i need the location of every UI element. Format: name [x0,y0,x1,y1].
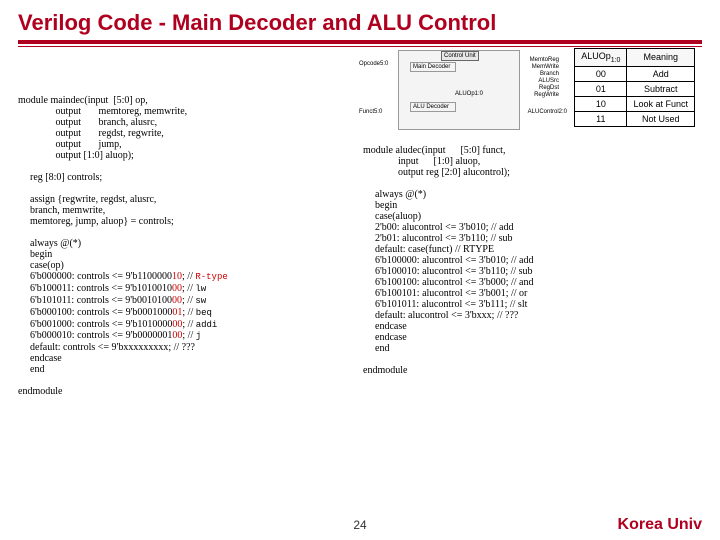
main-decoder-box: Main Decoder [410,62,456,72]
alusrc-label: ALUSrc [538,78,559,84]
memwrite-label: MemWrite [532,64,559,70]
opcode-label: Opcode5:0 [359,61,388,67]
table-row: 00Add [575,66,695,81]
slide-title: Verilog Code - Main Decoder and ALU Cont… [0,0,720,38]
university-label: Korea Univ [618,516,702,534]
content-area: module maindec(input [5:0] op, output me… [18,90,702,510]
rule-thin [18,46,702,47]
aludec-code: module aludec(input [5:0] funct, input [… [363,145,703,376]
page-number: 24 [353,518,366,532]
rule-thick [18,40,702,44]
aluop-header: ALUOp1:0 [575,49,627,67]
memtoreg-label: MemtoReg [530,57,559,63]
meaning-header: Meaning [627,49,695,67]
maindec-code: module maindec(input [5:0] op, output me… [18,95,348,397]
control-unit-label: Control Unit [441,51,479,61]
branch-label: Branch [540,71,559,77]
